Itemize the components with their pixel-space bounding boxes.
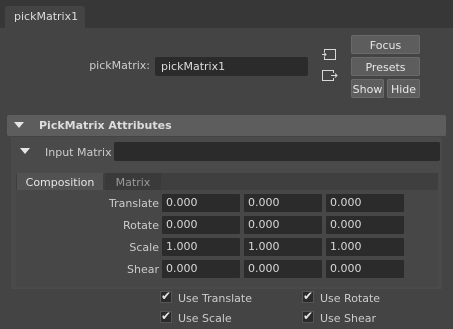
input-matrix-field[interactable] — [114, 142, 440, 161]
rotate-label: Rotate — [122, 219, 159, 232]
use-rotate-checkbox[interactable]: ✔ — [302, 289, 314, 303]
translate-label: Translate — [109, 197, 159, 210]
tab-composition[interactable]: Composition — [17, 173, 103, 191]
rotate-y-field[interactable]: 0.000 — [244, 216, 322, 234]
input-matrix-label: Input Matrix — [45, 146, 112, 159]
shear-x-field[interactable]: 0.000 — [162, 260, 240, 278]
checkmark-icon: ✔ — [161, 289, 172, 303]
checkmark-icon: ✔ — [303, 289, 314, 303]
use-shear-label: Use Shear — [320, 312, 377, 325]
node-name-field[interactable] — [155, 57, 308, 76]
input-connection-icon[interactable] — [321, 47, 339, 63]
presets-button[interactable]: Presets — [351, 57, 420, 76]
output-connection-icon[interactable] — [321, 68, 339, 84]
section-title: PickMatrix Attributes — [39, 119, 172, 132]
triangle-down-icon — [14, 122, 24, 128]
translate-z-field[interactable]: 0.000 — [326, 194, 404, 212]
focus-button[interactable]: Focus — [351, 35, 420, 54]
use-shear-checkbox[interactable]: ✔ — [302, 309, 314, 323]
checkmark-icon: ✔ — [161, 309, 172, 323]
shear-y-field[interactable]: 0.000 — [244, 260, 322, 278]
rotate-x-field[interactable]: 0.000 — [162, 216, 240, 234]
triangle-down-icon[interactable] — [20, 148, 30, 154]
scale-z-field[interactable]: 1.000 — [326, 238, 404, 256]
hide-button[interactable]: Hide — [387, 79, 420, 98]
checkmark-icon: ✔ — [303, 309, 314, 323]
scale-y-field[interactable]: 1.000 — [244, 238, 322, 256]
scale-label: Scale — [129, 241, 159, 254]
use-scale-label: Use Scale — [178, 312, 232, 325]
pickmatrix-attributes-header[interactable]: PickMatrix Attributes — [7, 115, 446, 136]
rotate-z-field[interactable]: 0.000 — [326, 216, 404, 234]
use-scale-checkbox[interactable]: ✔ — [160, 309, 172, 323]
shear-z-field[interactable]: 0.000 — [326, 260, 404, 278]
show-button[interactable]: Show — [351, 79, 384, 98]
use-translate-checkbox[interactable]: ✔ — [160, 289, 172, 303]
tab-pickmatrix1[interactable]: pickMatrix1 — [5, 6, 85, 28]
shear-label: Shear — [127, 263, 159, 276]
translate-x-field[interactable]: 0.000 — [162, 194, 240, 212]
translate-y-field[interactable]: 0.000 — [244, 194, 322, 212]
scale-x-field[interactable]: 1.000 — [162, 238, 240, 256]
tab-matrix[interactable]: Matrix — [105, 173, 161, 191]
node-name-label: pickMatrix: — [89, 59, 150, 72]
use-translate-label: Use Translate — [178, 292, 252, 305]
use-rotate-label: Use Rotate — [320, 292, 381, 305]
